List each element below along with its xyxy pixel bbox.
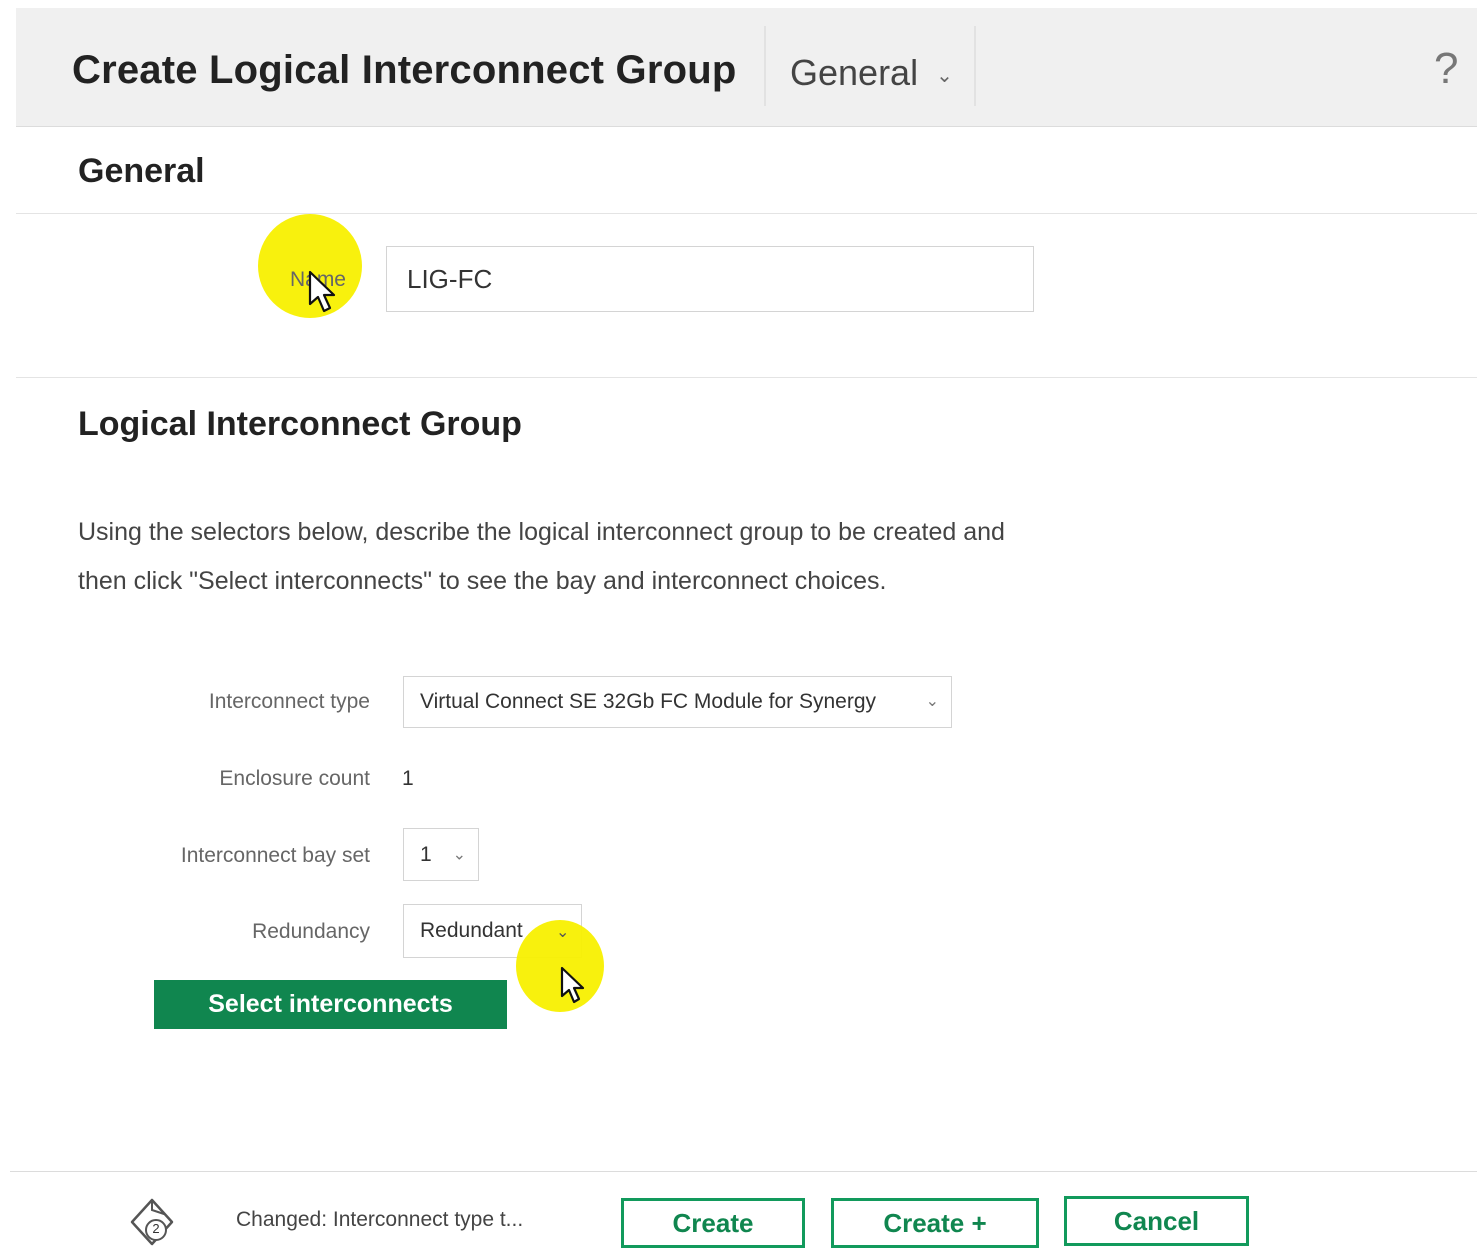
create-button[interactable]: Create: [621, 1198, 805, 1248]
cancel-button[interactable]: Cancel: [1064, 1196, 1249, 1246]
help-icon[interactable]: ?: [1434, 44, 1458, 94]
chevron-down-icon: ⌄: [556, 924, 570, 941]
mouse-cursor-icon: [560, 966, 585, 1004]
footer-divider: [10, 1171, 1477, 1172]
status-text: Changed: Interconnect type t...: [236, 1208, 524, 1231]
dialog-header: Create Logical Interconnect Group Genera…: [16, 8, 1477, 127]
select-interconnects-button[interactable]: Select interconnects: [154, 980, 507, 1029]
name-input[interactable]: [386, 246, 1034, 312]
lig-heading: Logical Interconnect Group: [78, 405, 522, 443]
header-divider: [974, 26, 976, 106]
header-divider: [764, 26, 766, 106]
mouse-cursor-icon: [308, 270, 336, 313]
redundancy-value: Redundant: [420, 919, 523, 942]
enclosure-count-value: 1: [402, 767, 414, 790]
enclosure-count-label: Enclosure count: [219, 767, 370, 790]
section-selector[interactable]: General ⌄: [790, 52, 953, 94]
chevron-down-icon: ⌄: [452, 846, 466, 863]
general-heading: General: [78, 152, 205, 190]
bay-set-label: Interconnect bay set: [180, 844, 370, 867]
chevron-down-icon: ⌄: [925, 693, 939, 710]
divider: [16, 213, 1477, 214]
redundancy-label: Redundancy: [252, 920, 370, 943]
lig-description: Using the selectors below, describe the …: [78, 518, 1005, 595]
page-title: Create Logical Interconnect Group: [72, 48, 737, 92]
chevron-down-icon: ⌄: [936, 64, 953, 87]
interconnect-type-label: Interconnect type: [208, 690, 370, 713]
bay-set-select[interactable]: 1 ⌄: [403, 828, 479, 881]
create-plus-button[interactable]: Create +: [831, 1198, 1039, 1248]
status-badge: 2: [152, 1221, 160, 1236]
divider: [16, 377, 1477, 378]
interconnect-type-select[interactable]: Virtual Connect SE 32Gb FC Module for Sy…: [403, 676, 952, 728]
interconnect-type-value: Virtual Connect SE 32Gb FC Module for Sy…: [420, 690, 877, 713]
section-selector-label: General: [790, 52, 919, 93]
bay-set-value: 1: [420, 843, 432, 866]
